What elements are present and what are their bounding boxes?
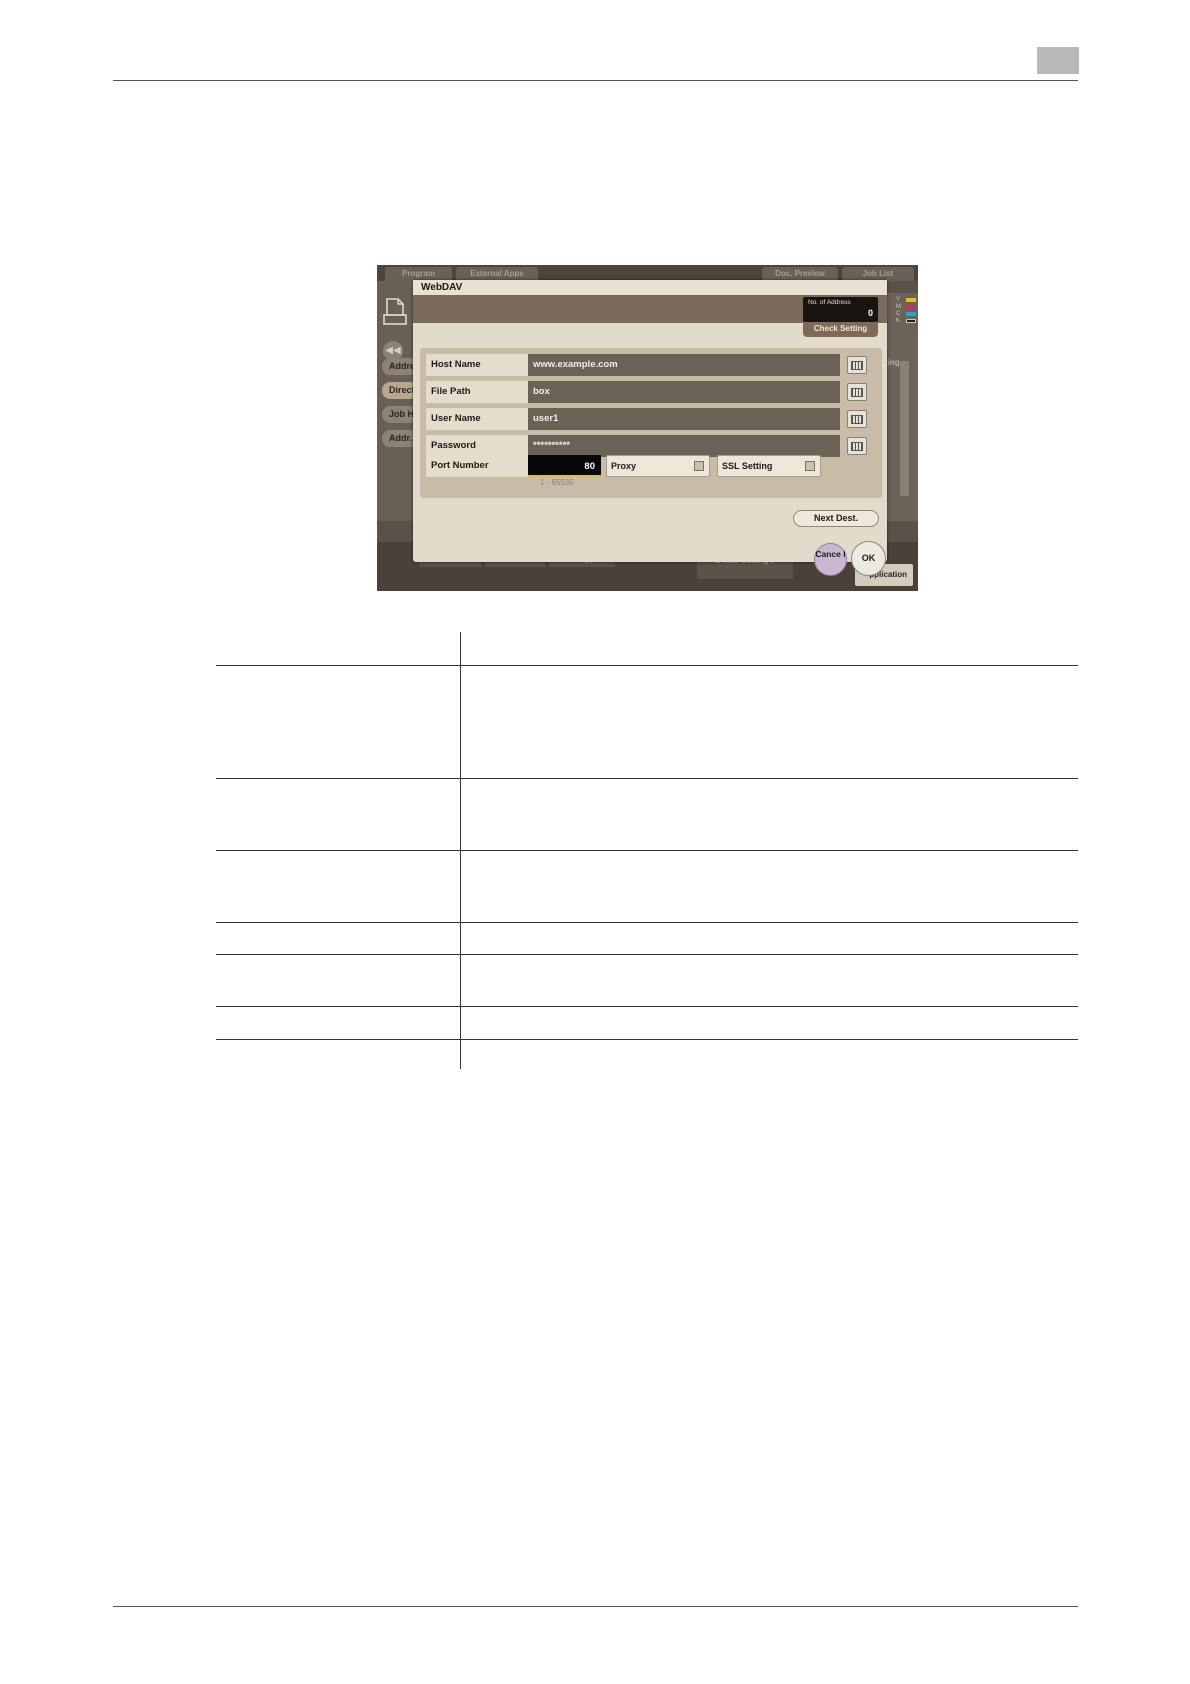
user-name-label: User Name [426, 408, 528, 430]
user-name-field[interactable]: user1 [528, 408, 840, 430]
address-count-label: No. of Address [808, 299, 851, 306]
password-field[interactable]: ********** [528, 435, 840, 457]
toner-bar-black [906, 319, 916, 323]
table-row-divider [216, 1039, 1078, 1040]
table-row-divider [216, 954, 1078, 955]
keyboard-icon[interactable] [847, 383, 867, 401]
table-row-divider [216, 1006, 1078, 1007]
ssl-setting-checkbox[interactable] [805, 461, 815, 471]
table-row-divider [216, 778, 1078, 779]
field-area: Host Name www.example.com File Path box … [420, 348, 882, 498]
ok-button[interactable]: OK [851, 541, 886, 576]
ssl-setting-label: SSL Setting [722, 461, 773, 471]
footer-rule [113, 1606, 1078, 1607]
host-name-field[interactable]: www.example.com [528, 354, 840, 376]
next-destination-button[interactable]: Next Dest. [793, 510, 879, 527]
table-row-divider [216, 850, 1078, 851]
file-path-field[interactable]: box [528, 381, 840, 403]
toner-indicator: Y M C K [896, 297, 916, 325]
keyboard-icon[interactable] [847, 356, 867, 374]
right-panel-label: ting [885, 358, 900, 367]
toner-bar-yellow [906, 298, 916, 302]
proxy-label: Proxy [611, 461, 637, 471]
address-count-box: No. of Address 0 [803, 297, 878, 322]
proxy-toggle[interactable]: Proxy [606, 455, 710, 477]
port-range-hint: 1 - 65535 [540, 478, 574, 487]
keyboard-icon[interactable] [847, 410, 867, 428]
webdav-dialog: WebDAV No. of Address 0 Check Setting Ho… [413, 280, 887, 576]
scrollbar[interactable] [900, 361, 909, 496]
ssl-setting-toggle[interactable]: SSL Setting [717, 455, 821, 477]
tab-doc-preview[interactable]: Doc. Preview [762, 267, 838, 281]
page-number-box [1037, 47, 1079, 74]
document-icon [383, 298, 407, 325]
control-panel-screenshot: Program External Apps Doc. Preview Job L… [377, 265, 918, 591]
check-setting-button[interactable]: Check Setting [803, 322, 878, 337]
toner-bar-magenta [906, 305, 916, 309]
port-number-field[interactable]: 80 [528, 455, 601, 477]
header-rule [113, 80, 1078, 81]
dialog-title: WebDAV [413, 280, 887, 295]
file-path-label: File Path [426, 381, 528, 403]
password-label: Password [426, 435, 528, 457]
tab-external-apps[interactable]: External Apps [456, 267, 538, 281]
toner-bar-cyan [906, 312, 916, 316]
table-row-divider [216, 922, 1078, 923]
address-count-value: 0 [867, 308, 873, 318]
proxy-checkbox[interactable] [694, 461, 704, 471]
tab-job-list[interactable]: Job List [842, 267, 914, 281]
tab-program[interactable]: Program [385, 267, 452, 281]
host-name-label: Host Name [426, 354, 528, 376]
table-header-rule [216, 665, 1078, 666]
keyboard-icon[interactable] [847, 437, 867, 455]
port-number-label: Port Number [426, 455, 528, 477]
cancel-button[interactable]: Cance l [814, 543, 847, 576]
